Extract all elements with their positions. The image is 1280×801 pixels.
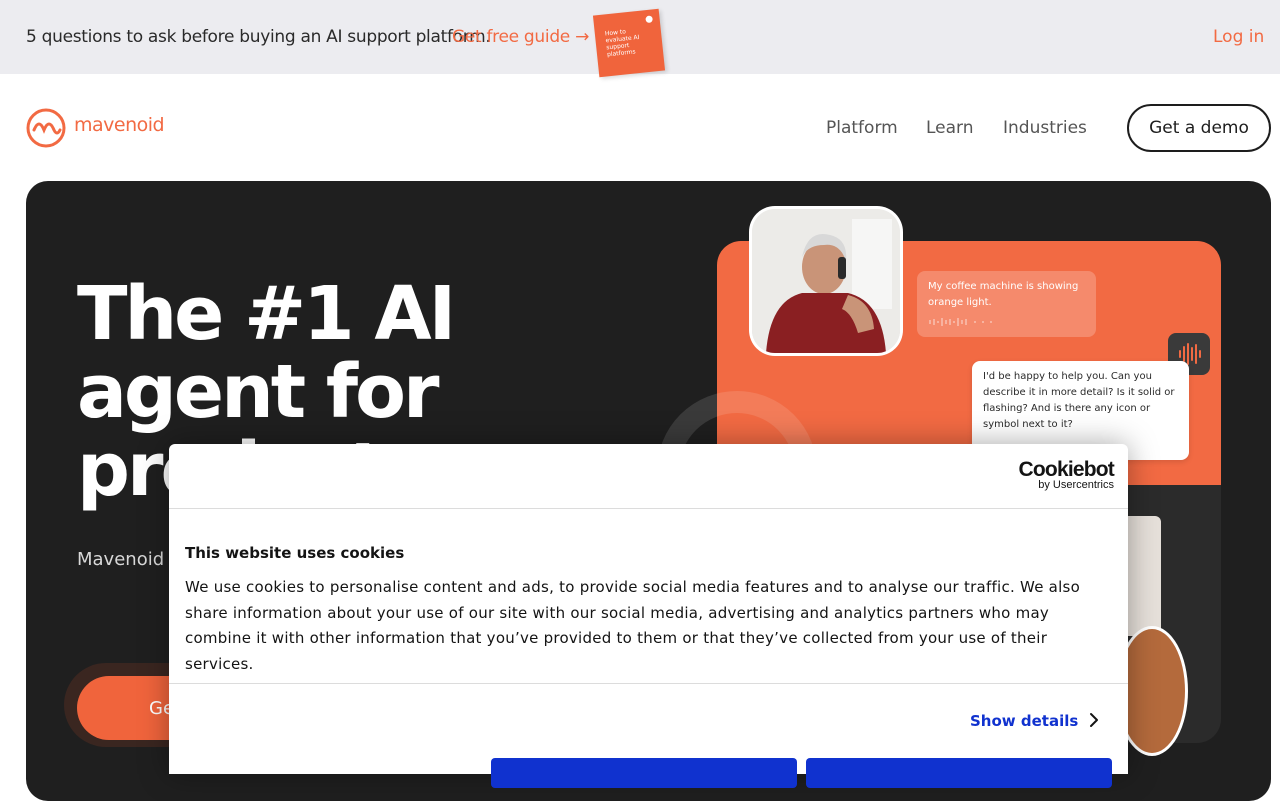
- announcement-text: 5 questions to ask before buying an AI s…: [26, 27, 491, 47]
- cookie-body: We use cookies to personalise content an…: [185, 578, 1081, 673]
- guide-thumbnail[interactable]: How to evaluate AI support platforms: [592, 8, 666, 78]
- caller-photo: [752, 209, 900, 353]
- cookiebot-logo: Cookiebot by Usercentrics: [1004, 458, 1115, 491]
- cookie-title: This website uses cookies: [185, 544, 405, 562]
- chat-bot-text: I'd be happy to help you. Can you descri…: [983, 371, 1175, 430]
- announcement-bar: 5 questions to ask before buying an AI s…: [0, 0, 1280, 78]
- chat-bubble-user: My coffee machine is showing orange ligh…: [917, 271, 1096, 337]
- nav-learn[interactable]: Learn: [926, 118, 974, 138]
- login-link[interactable]: Log in: [1213, 27, 1264, 47]
- cookie-action-button-1[interactable]: [491, 758, 797, 788]
- cookie-dialog: Cookiebot by Usercentrics This website u…: [169, 444, 1128, 788]
- chevron-right-icon[interactable]: [1084, 710, 1104, 730]
- mavenoid-logo-icon: [26, 108, 66, 148]
- nav-platform[interactable]: Platform: [826, 118, 898, 138]
- nav-industries[interactable]: Industries: [1003, 118, 1087, 138]
- show-details-link[interactable]: Show details: [970, 712, 1078, 730]
- audio-wave-icon: [929, 318, 992, 326]
- caller-avatar: [749, 206, 903, 356]
- mavenoid-logo[interactable]: mavenoid: [26, 108, 166, 148]
- logo-text: mavenoid: [74, 114, 165, 136]
- get-free-guide-link[interactable]: Get free guide →: [452, 27, 589, 47]
- chat-user-text: My coffee machine is showing orange ligh…: [928, 281, 1079, 308]
- divider: [169, 683, 1128, 684]
- get-a-demo-button[interactable]: Get a demo: [1127, 104, 1271, 152]
- cookie-action-button-2[interactable]: [806, 758, 1112, 788]
- guide-dot-icon: [645, 15, 653, 24]
- guide-thumbnail-text: How to evaluate AI support platforms: [604, 28, 640, 59]
- divider: [169, 508, 1128, 509]
